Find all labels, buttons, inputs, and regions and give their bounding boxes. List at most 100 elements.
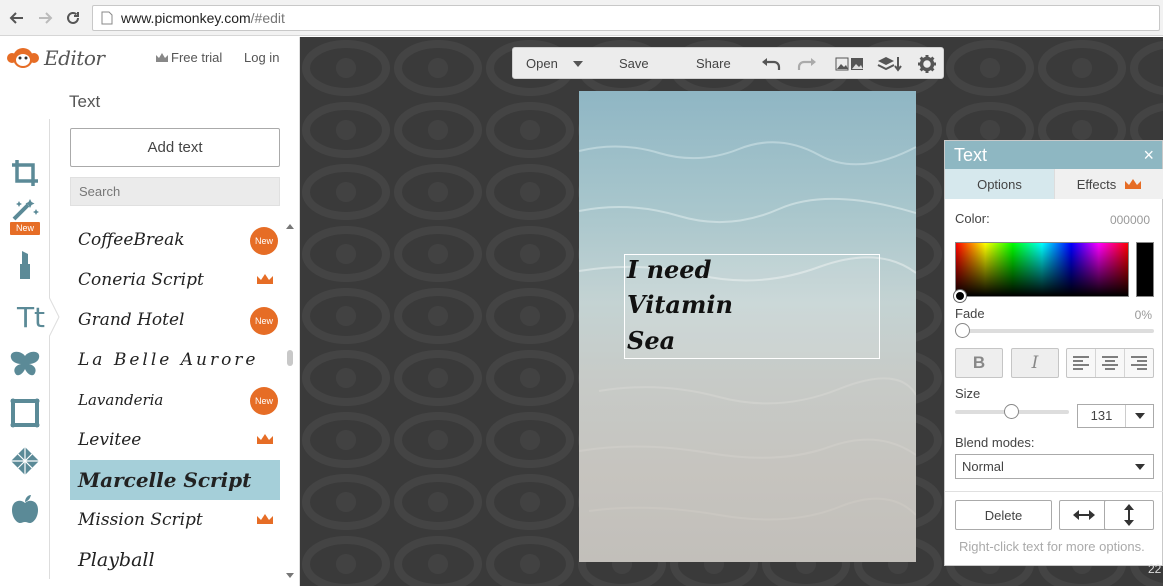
log-in-link[interactable]: Log in [244, 50, 279, 65]
compare-button[interactable] [834, 54, 866, 74]
color-swatch[interactable] [1136, 242, 1154, 297]
text-tool-icon: Tt [16, 300, 46, 334]
reload-icon [67, 11, 79, 24]
editor-toolbar: Open Save Share [512, 47, 944, 79]
scroll-up-icon[interactable] [285, 222, 295, 230]
italic-button[interactable]: I [1011, 348, 1059, 378]
back-button[interactable] [5, 6, 29, 30]
compare-images-icon [835, 57, 863, 71]
crown-icon [1125, 179, 1142, 189]
settings-button[interactable] [916, 54, 938, 74]
color-label: Color: [955, 211, 990, 226]
share-button[interactable]: Share [696, 56, 731, 71]
font-item-coffeebreak[interactable]: CoffeeBreak New [70, 220, 280, 260]
bold-button[interactable]: B [955, 348, 1003, 378]
save-button[interactable]: Save [619, 56, 649, 71]
redo-button[interactable] [796, 54, 818, 74]
align-right-icon [1131, 356, 1147, 370]
blend-mode-value: Normal [962, 459, 1004, 474]
scroll-down-icon[interactable] [285, 572, 295, 580]
canvas-text-line-3: Sea [627, 326, 676, 355]
crown-icon [257, 274, 273, 284]
blend-mode-select[interactable]: Normal [955, 454, 1154, 479]
close-icon[interactable]: × [1143, 145, 1154, 166]
font-list-scrollbar[interactable] [285, 220, 295, 582]
gear-icon [918, 55, 936, 73]
crown-icon [257, 514, 273, 524]
tool-overlays[interactable] [0, 344, 50, 384]
align-left-button[interactable] [1067, 349, 1096, 377]
font-item-marcelle-script[interactable]: Marcelle Script [70, 460, 280, 500]
size-label: Size [955, 386, 981, 401]
tool-textures[interactable] [0, 441, 50, 481]
font-name: Grand Hotel [78, 310, 185, 330]
color-spectrum[interactable] [955, 242, 1129, 297]
app-brand[interactable]: Editor [6, 43, 105, 73]
corner-number: 22 [1148, 562, 1162, 576]
font-item-lavanderia[interactable]: Lavanderia New [70, 380, 280, 420]
chevron-down-icon [1134, 413, 1145, 419]
undo-button[interactable] [760, 54, 782, 74]
tool-crop[interactable] [0, 153, 50, 193]
photo-canvas[interactable]: I need Vitamin Sea [579, 91, 916, 562]
font-item-levitee[interactable]: Levitee [70, 420, 280, 460]
delete-button[interactable]: Delete [955, 500, 1052, 530]
themes-apple-icon [12, 495, 38, 523]
hint-text: Right-click text for more options. [959, 539, 1145, 554]
reload-button[interactable] [61, 6, 85, 30]
tool-touch-up[interactable] [0, 245, 50, 285]
font-list: CoffeeBreak New Coneria Script Grand Hot… [70, 220, 280, 582]
free-trial-label: Free trial [171, 50, 223, 65]
scroll-thumb[interactable] [287, 350, 293, 366]
chevron-down-icon[interactable] [573, 61, 583, 67]
tab-effects[interactable]: Effects [1054, 169, 1163, 199]
tab-options[interactable]: Options [945, 169, 1054, 199]
font-name: Levitee [78, 430, 142, 450]
fade-slider-knob[interactable] [955, 323, 970, 338]
text-panel-tabs: Options Effects [945, 169, 1163, 199]
flip-horizontal-button[interactable] [1059, 500, 1109, 530]
crop-icon [12, 160, 38, 186]
blend-modes-label: Blend modes: [955, 435, 1035, 450]
address-bar[interactable]: www.picmonkey.com/#edit [92, 5, 1160, 31]
layers-button[interactable] [876, 54, 904, 74]
size-slider-knob[interactable] [1004, 404, 1019, 419]
font-search-input[interactable]: Search [70, 177, 280, 206]
align-right-button[interactable] [1125, 349, 1153, 377]
align-left-icon [1073, 356, 1089, 370]
selected-text-layer[interactable]: I need Vitamin Sea [624, 254, 880, 359]
align-center-button[interactable] [1096, 349, 1125, 377]
tool-text[interactable]: Tt [0, 297, 62, 337]
color-picker-handle[interactable] [954, 290, 966, 302]
font-name: La Belle Aurore [78, 350, 259, 370]
add-text-button[interactable]: Add text [70, 128, 280, 167]
font-name: Lavanderia [78, 391, 164, 409]
font-item-la-belle-aurore[interactable]: La Belle Aurore [70, 340, 280, 380]
effects-wand-icon [12, 199, 39, 221]
font-item-coneria-script[interactable]: Coneria Script [70, 260, 280, 300]
flip-vertical-button[interactable] [1104, 500, 1154, 530]
color-hex-value[interactable]: 000000 [1110, 213, 1150, 227]
forward-button[interactable] [33, 6, 57, 30]
tool-frames[interactable] [0, 393, 50, 433]
textures-icon [11, 447, 39, 475]
free-trial-link[interactable]: Free trial [156, 50, 222, 65]
font-item-grand-hotel[interactable]: Grand Hotel New [70, 300, 280, 340]
tool-themes[interactable] [0, 489, 50, 529]
redo-icon [797, 58, 816, 70]
open-menu[interactable]: Open [526, 56, 558, 71]
fade-slider-track[interactable] [957, 329, 1154, 333]
text-panel-header[interactable]: Text × [945, 141, 1162, 169]
fade-label: Fade [955, 306, 985, 321]
font-item-mission-script[interactable]: Mission Script [70, 500, 280, 540]
url-host: www.picmonkey.com [121, 10, 251, 26]
size-dropdown-arrow[interactable] [1126, 405, 1153, 427]
align-center-icon [1102, 356, 1118, 370]
forward-arrow-icon [39, 12, 53, 24]
tool-effects[interactable]: New [0, 197, 50, 237]
font-item-playball[interactable]: Playball [70, 540, 280, 580]
size-select[interactable]: 131 [1077, 404, 1154, 428]
alignment-group [1066, 348, 1154, 378]
new-badge: New [250, 387, 278, 415]
active-tool-pointer [49, 297, 60, 337]
